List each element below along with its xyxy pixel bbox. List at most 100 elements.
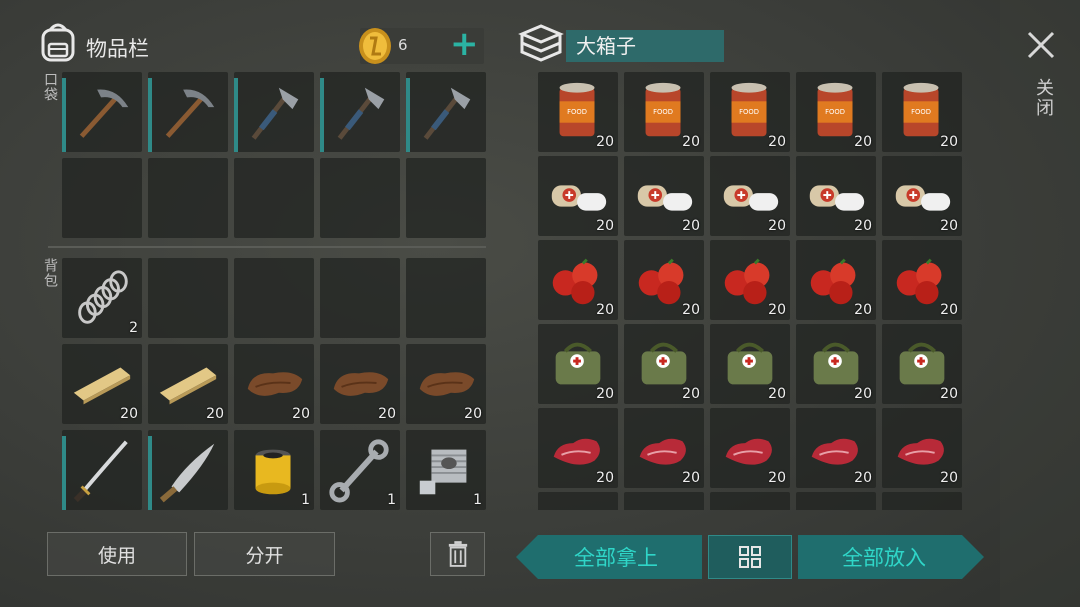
backpack-slot-katana[interactable] xyxy=(62,430,142,510)
container-slot-first-aid-bag[interactable]: 20 xyxy=(538,324,618,404)
put-all-button[interactable]: 全部放入 xyxy=(798,535,984,579)
container-slot-raw-meat[interactable]: 20 xyxy=(538,408,618,488)
backpack-slot-empty[interactable] xyxy=(148,258,228,338)
container-slot-first-aid-bag[interactable]: 20 xyxy=(796,324,876,404)
add-coins-button[interactable]: + xyxy=(450,24,479,64)
backpack-slot-engine-cylinder[interactable]: 1 xyxy=(406,430,486,510)
backpack-slot-spring[interactable]: 2 xyxy=(62,258,142,338)
item-count: 20 xyxy=(854,134,872,150)
take-all-button[interactable]: 全部拿上 xyxy=(516,535,702,579)
container-slot-raw-meat[interactable]: 20 xyxy=(710,408,790,488)
container-slot-canned-food[interactable]: FOOD 20 xyxy=(796,72,876,152)
backpack-slot-wrench[interactable]: 1 xyxy=(320,430,400,510)
use-button[interactable]: 使用 xyxy=(47,532,187,576)
container-slot-tomato[interactable]: 20 xyxy=(796,240,876,320)
herb-icon xyxy=(802,498,870,510)
backpack-slot-leather[interactable]: 20 xyxy=(320,344,400,424)
backpack-slot-leather[interactable]: 20 xyxy=(234,344,314,424)
container-title: 大箱子 xyxy=(566,30,724,62)
item-count: 20 xyxy=(596,134,614,150)
container-slot-tomato[interactable]: 20 xyxy=(882,240,962,320)
spring-icon xyxy=(78,270,128,324)
oil-filter-icon xyxy=(255,449,291,495)
backpack-slot-empty[interactable] xyxy=(406,258,486,338)
backpack-slot-empty[interactable] xyxy=(234,258,314,338)
container-slot-first-aid-bag[interactable]: 20 xyxy=(882,324,962,404)
backpack-slot-plank[interactable]: 20 xyxy=(148,344,228,424)
container-slot-herb[interactable] xyxy=(710,492,790,510)
sort-button[interactable] xyxy=(708,535,792,579)
backpack-slot-oil-filter[interactable]: 1 xyxy=(234,430,314,510)
close-icon[interactable] xyxy=(1024,28,1058,62)
backpack-slot-leather[interactable]: 20 xyxy=(406,344,486,424)
container-slot-tomato[interactable]: 20 xyxy=(710,240,790,320)
pocket-slot-hatchet[interactable] xyxy=(234,72,314,152)
item-count: 20 xyxy=(464,406,482,422)
split-button[interactable]: 分开 xyxy=(194,532,335,576)
item-count: 20 xyxy=(682,386,700,402)
pocket-slot-empty[interactable] xyxy=(320,158,400,238)
item-count: 20 xyxy=(682,218,700,234)
herb-icon xyxy=(888,498,956,510)
container-slot-tomato[interactable]: 20 xyxy=(624,240,704,320)
container-slot-bandage[interactable]: 20 xyxy=(538,156,618,236)
item-count: 1 xyxy=(301,492,310,508)
container-slot-herb[interactable] xyxy=(624,492,704,510)
container-slot-canned-food[interactable]: FOOD 20 xyxy=(710,72,790,152)
container-grid: FOOD 20 FOOD 20 FOOD 20 FOOD 20 FOOD 20 20 20 20 20 20… xyxy=(536,70,964,510)
hatchet-icon xyxy=(423,87,471,140)
backpack-slot-plank[interactable]: 20 xyxy=(62,344,142,424)
item-count: 20 xyxy=(768,134,786,150)
container-slot-canned-food[interactable]: FOOD 20 xyxy=(882,72,962,152)
item-count: 1 xyxy=(473,492,482,508)
pocket-slot-pickaxe[interactable] xyxy=(62,72,142,152)
container-slot-bandage[interactable]: 20 xyxy=(624,156,704,236)
pocket-slot-hatchet[interactable] xyxy=(320,72,400,152)
container-slot-raw-meat[interactable]: 20 xyxy=(882,408,962,488)
crate-icon xyxy=(518,22,564,64)
coin-count: 6 xyxy=(398,36,408,54)
item-count: 20 xyxy=(768,470,786,486)
container-slot-herb[interactable] xyxy=(796,492,876,510)
backpack-slot-machete[interactable] xyxy=(148,430,228,510)
backpack-slot-empty[interactable] xyxy=(320,258,400,338)
pocket-slot-hatchet[interactable] xyxy=(406,72,486,152)
pocket-slot-empty[interactable] xyxy=(234,158,314,238)
container-slot-first-aid-bag[interactable]: 20 xyxy=(710,324,790,404)
container-slot-bandage[interactable]: 20 xyxy=(882,156,962,236)
pocket-slot-empty[interactable] xyxy=(406,158,486,238)
container-slot-herb[interactable] xyxy=(882,492,962,510)
item-count: 20 xyxy=(768,302,786,318)
item-count: 20 xyxy=(682,302,700,318)
backpack-label: 背包 xyxy=(42,258,58,288)
item-count: 20 xyxy=(768,218,786,234)
item-count: 20 xyxy=(292,406,310,422)
pocket-slot-pickaxe[interactable] xyxy=(148,72,228,152)
container-slot-first-aid-bag[interactable]: 20 xyxy=(624,324,704,404)
container-slot-bandage[interactable]: 20 xyxy=(710,156,790,236)
pickaxe-icon xyxy=(165,89,215,138)
pocket-slot-empty[interactable] xyxy=(62,158,142,238)
container-slot-tomato[interactable]: 20 xyxy=(538,240,618,320)
item-count: 20 xyxy=(682,470,700,486)
hatchet-icon xyxy=(251,87,299,140)
container-slot-canned-food[interactable]: FOOD 20 xyxy=(538,72,618,152)
svg-text:FOOD: FOOD xyxy=(567,108,587,116)
hatchet-icon xyxy=(337,87,385,140)
container-slot-raw-meat[interactable]: 20 xyxy=(624,408,704,488)
item-count: 20 xyxy=(206,406,224,422)
section-divider xyxy=(48,246,486,248)
item-count: 1 xyxy=(387,492,396,508)
container-slot-bandage[interactable]: 20 xyxy=(796,156,876,236)
pocket-slot-empty[interactable] xyxy=(148,158,228,238)
container-slot-canned-food[interactable]: FOOD 20 xyxy=(624,72,704,152)
herb-icon xyxy=(716,498,784,510)
item-count: 20 xyxy=(596,470,614,486)
container-slot-raw-meat[interactable]: 20 xyxy=(796,408,876,488)
item-count: 20 xyxy=(378,406,396,422)
close-label[interactable]: 关闭 xyxy=(1030,78,1056,118)
container-slot-herb[interactable] xyxy=(538,492,618,510)
item-count: 20 xyxy=(682,134,700,150)
pocket-label: 口袋 xyxy=(42,72,58,102)
trash-button[interactable] xyxy=(430,532,485,576)
